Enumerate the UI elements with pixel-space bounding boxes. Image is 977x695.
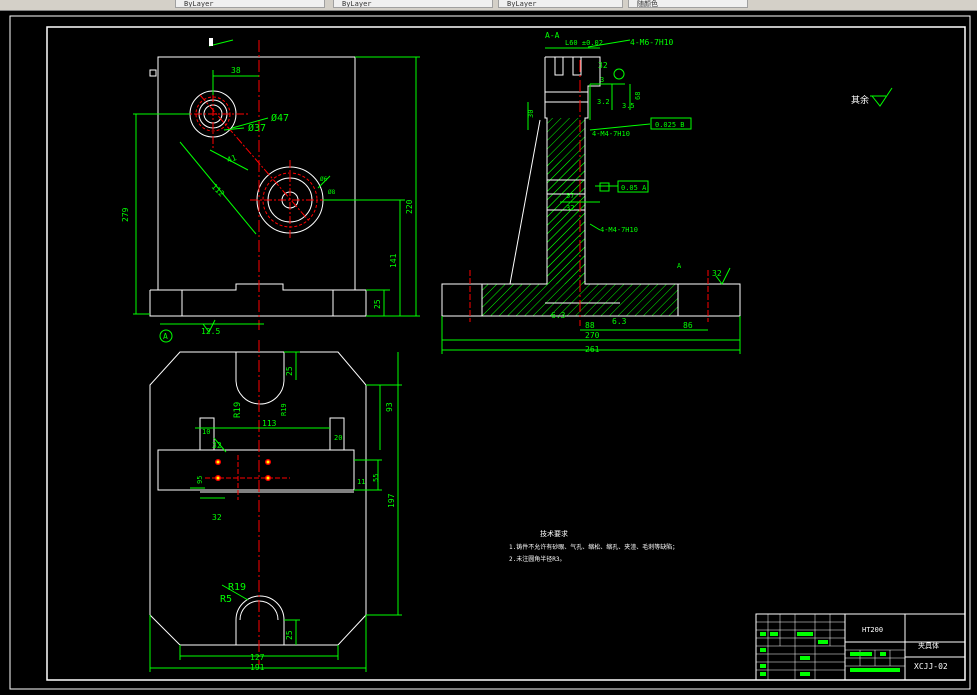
technical-requirements: 技术要求 1.铸件不允许有砂眼、气孔、缩松、缩孔、夹渣、毛刺等缺陷； 2.未注圆… — [509, 529, 678, 563]
dim-41: 41 — [226, 153, 238, 165]
dim-6-3a: 6.3 — [551, 311, 566, 320]
dim-phi47: Ø47 — [271, 112, 289, 124]
lower-u-slot — [235, 595, 285, 645]
dim-r5: R5 — [220, 594, 232, 605]
dim-30: 30 — [527, 110, 535, 118]
dim-3-2: 3.2 — [597, 98, 610, 106]
tolerance-a: 0.05 A — [621, 184, 647, 192]
inner-border — [46, 26, 966, 681]
dim-86: 86 — [683, 321, 693, 330]
title-drawing-number: XCJJ-02 — [914, 662, 948, 671]
dim-93: 93 — [385, 402, 394, 412]
top-view: 25 R19 R19 93 113 10 20 32 95 32 11 55 1… — [149, 340, 402, 672]
thread-m4-a: 4-M4-7H10 — [592, 130, 630, 138]
section-outline — [441, 56, 741, 317]
dim-r19-bottom: R19 — [228, 582, 246, 593]
dim-32-top: 32 — [212, 441, 222, 450]
dim-220: 220 — [405, 199, 414, 214]
dim-32a: 32 — [598, 61, 608, 70]
title-material: HT200 — [862, 626, 883, 634]
dim-270: 270 — [585, 331, 600, 340]
dim-279: 279 — [121, 207, 130, 222]
dim-197: 197 — [387, 493, 396, 508]
dim-20: 20 — [334, 434, 342, 442]
tolerance-b: 0.025 B — [655, 121, 685, 129]
title-part-name: 夹具体 — [918, 641, 939, 650]
datum-a-section: A — [677, 262, 682, 270]
surface-finish-note: 其余 — [851, 87, 893, 107]
outer-border — [9, 15, 971, 690]
dim-3: 3 — [600, 76, 604, 84]
dim-l60: L60 ±0.02 — [565, 39, 603, 47]
surface-note-label: 其余 — [851, 94, 869, 106]
dim-55: 55 — [372, 474, 380, 482]
dim-191: 191 — [250, 663, 265, 672]
linetype-dropdown[interactable]: ByLayer — [175, 0, 325, 8]
dim-32c: 32 — [566, 204, 574, 212]
cad-drawing-canvas[interactable]: 38 Ø47 Ø37 112 41 279 220 141 25 12.5 Ø6… — [0, 10, 977, 695]
lineweight-dropdown[interactable]: ByLayer — [333, 0, 493, 8]
dim-10: 10 — [202, 428, 210, 436]
clamp-bar — [157, 449, 355, 491]
dim-25: 25 — [373, 299, 382, 309]
upper-u-slot — [235, 352, 285, 405]
dim-95: 95 — [196, 476, 204, 484]
tech-req-line-1: 1.铸件不允许有砂眼、气孔、缩松、缩孔、夹渣、毛刺等缺陷； — [509, 543, 678, 551]
title-block: HT200 夹具体 XCJJ-02 — [755, 613, 966, 681]
dim-112: 112 — [210, 182, 227, 199]
thread-m6: 4-M6-7H10 — [630, 38, 674, 47]
dim-25-top: 25 — [285, 366, 294, 376]
dim-38: 38 — [231, 66, 241, 75]
dim-261: 261 — [585, 345, 600, 354]
tech-req-line-2: 2.未注圆角半径R3。 — [509, 555, 565, 563]
datum-a-label: A — [163, 332, 168, 341]
dim-68: 68 — [634, 92, 642, 100]
tech-req-title: 技术要求 — [540, 529, 568, 538]
dim-25-bottom: 25 — [285, 630, 294, 640]
plotstyle-dropdown[interactable]: ByLayer — [498, 0, 623, 8]
dim-phi37: Ø37 — [248, 122, 266, 134]
section-title: A-A — [545, 31, 560, 40]
dim-phi8: Ø8 — [328, 189, 336, 196]
color-dropdown[interactable]: 随颜色 — [628, 0, 748, 8]
dim-3-5: 3.5 — [622, 102, 635, 110]
section-view: A-A L60 ±0.02 4-M6-7H10 32 3 3.2 3.5 68 … — [441, 31, 741, 354]
dim-88: 88 — [585, 321, 595, 330]
dim-6-3b: 6.3 — [612, 317, 627, 326]
dim-32-bottom: 32 — [212, 513, 222, 522]
dim-57: 57 — [566, 192, 574, 200]
dim-127: 127 — [250, 653, 265, 662]
front-view: 38 Ø47 Ø37 112 41 279 220 141 25 12.5 Ø6… — [121, 38, 420, 343]
dim-r19-inner: R19 — [280, 403, 288, 416]
front-view-outline — [157, 56, 356, 290]
dim-phi6: Ø6 — [320, 176, 328, 183]
dim-141: 141 — [389, 253, 398, 268]
dim-113: 113 — [262, 419, 277, 428]
thread-m4-b: 4-M4-7H10 — [600, 226, 638, 234]
dim-11: 11 — [357, 478, 365, 486]
dim-r19-top: R19 — [233, 402, 243, 418]
